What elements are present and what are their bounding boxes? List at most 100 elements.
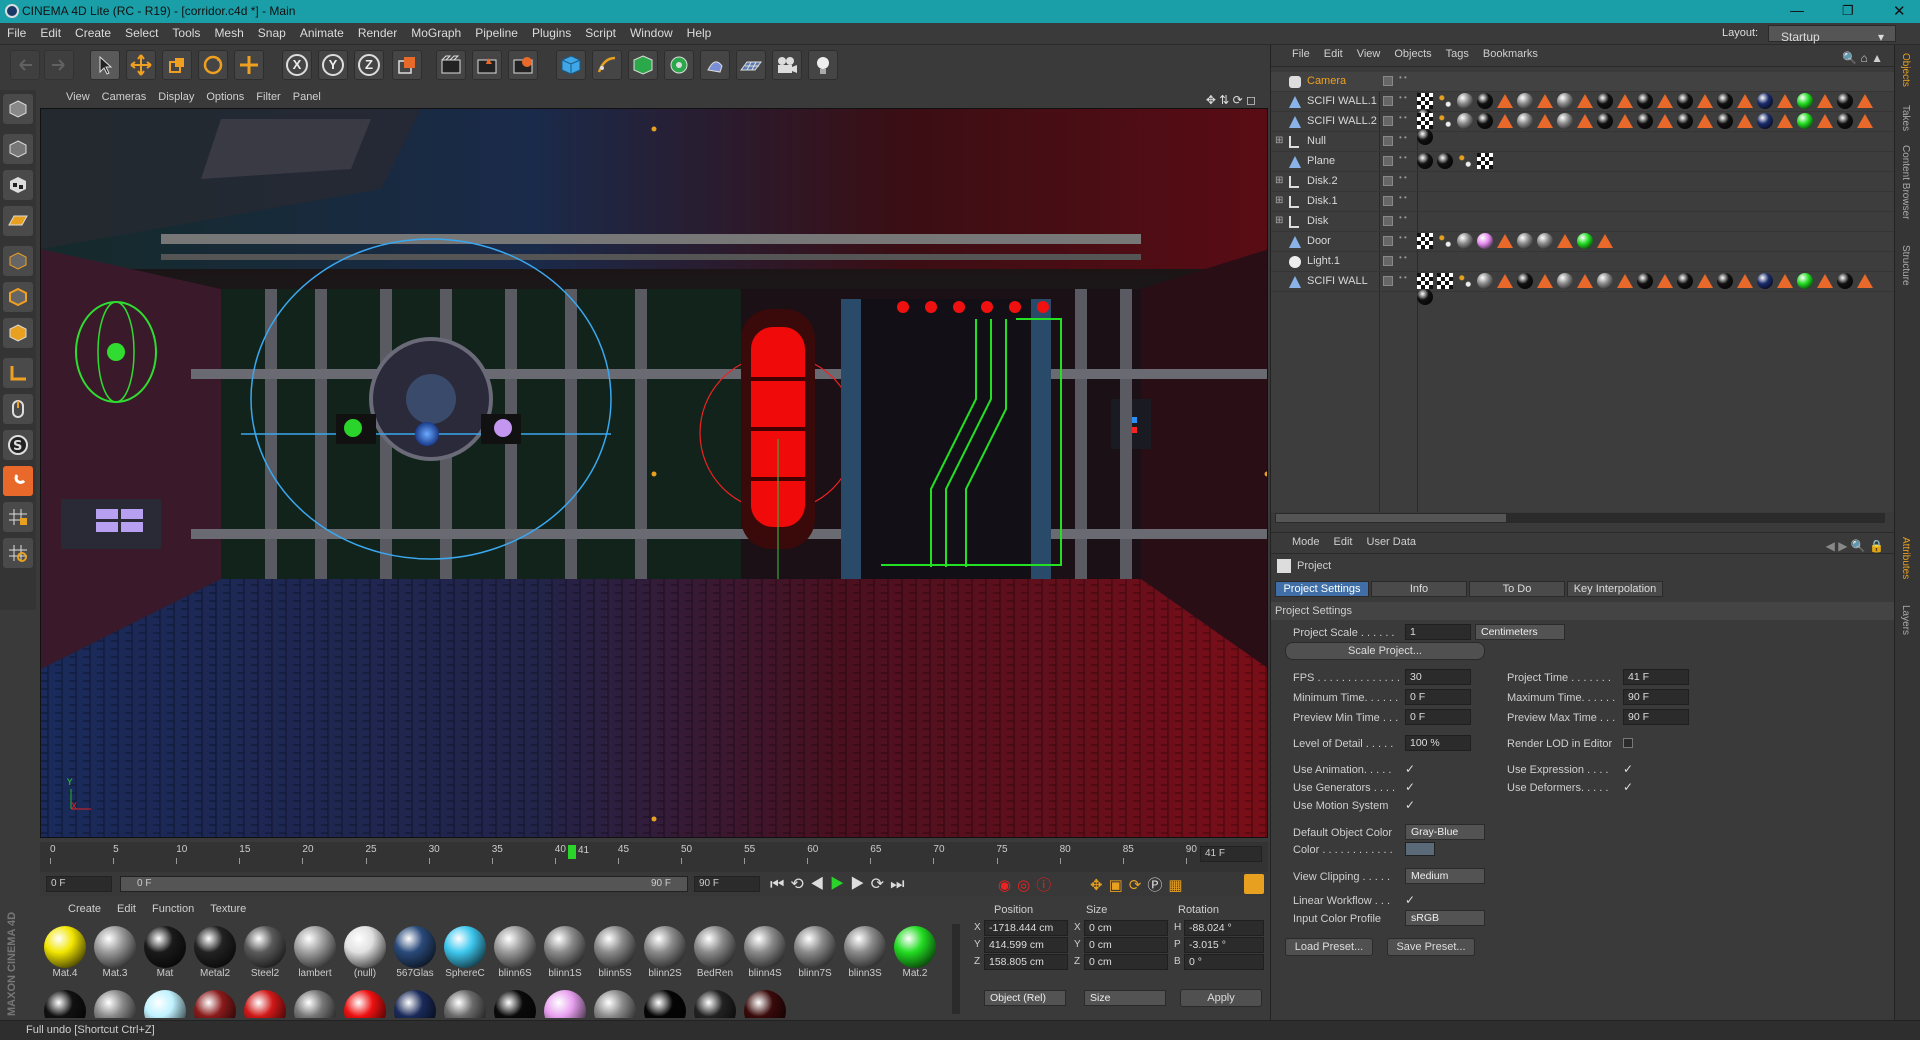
visibility-dots[interactable]: • • [1399,274,1407,282]
phong-tag-icon[interactable] [1497,114,1513,128]
default-color-select[interactable]: Gray-Blue [1405,824,1485,840]
maximize-icon[interactable]: ❐ [1842,3,1862,19]
go-to-end-icon[interactable]: ⏭ [890,876,910,893]
objects-menu-file[interactable]: File [1285,45,1317,63]
viewport-menu-display[interactable]: Display [152,88,200,106]
viewport-menu-filter[interactable]: Filter [250,88,286,106]
render-settings-icon[interactable] [508,50,538,80]
texture-tag-icon[interactable] [1637,113,1653,129]
texture-tag-icon[interactable] [1717,113,1733,129]
phong-tag-icon[interactable] [1777,94,1793,108]
texture-tag-icon[interactable] [1637,273,1653,289]
material-swatch[interactable] [641,988,689,1018]
material-swatch[interactable] [441,988,489,1018]
x-axis-icon[interactable]: X [282,50,312,80]
load-preset-button[interactable]: Load Preset... [1285,938,1373,956]
phong-tag-icon[interactable] [1537,274,1553,288]
menu-create[interactable]: Create [68,23,118,43]
undo-icon[interactable] [10,50,40,80]
phong-tag-icon[interactable] [1737,94,1753,108]
texture-tag-icon[interactable] [1417,153,1433,169]
texture-tag-icon[interactable] [1417,289,1433,305]
phong-tag-icon[interactable] [1537,114,1553,128]
render-lod-checkbox[interactable] [1623,738,1633,748]
tab-to-do[interactable]: To Do [1469,581,1565,597]
visibility-toggle[interactable] [1383,256,1393,266]
use-deformers-checkbox[interactable]: ✓ [1623,780,1633,794]
visibility-dots[interactable]: • • [1399,74,1407,82]
texture-tag-icon[interactable] [1797,273,1813,289]
phong-tag-icon[interactable] [1857,94,1873,108]
phong-tag-icon[interactable] [1497,274,1513,288]
key-position-icon[interactable]: ✥ [1090,877,1109,894]
tab-key-interpolation[interactable]: Key Interpolation [1567,581,1663,597]
step-forward-icon[interactable]: ▶ [850,876,870,893]
menu-window[interactable]: Window [623,23,680,43]
texture-tag-icon[interactable] [1577,233,1593,249]
scale-project-button[interactable]: Scale Project... [1285,642,1485,660]
current-frame-field[interactable]: 41 F [1200,846,1262,862]
phong-tag-icon[interactable] [1657,114,1673,128]
key-param-icon[interactable]: Ⓟ [1147,877,1168,894]
selection-tag-icon[interactable] [1437,113,1453,129]
array-icon[interactable] [664,50,694,80]
phong-tag-icon[interactable] [1577,274,1593,288]
key-rotation-icon[interactable]: ⟳ [1129,877,1148,894]
visibility-dots[interactable]: • • [1399,234,1407,242]
phong-tag-icon[interactable] [1697,114,1713,128]
max-time-field[interactable]: 90 F [1623,689,1689,705]
visibility-toggle[interactable] [1383,136,1393,146]
texture-tag-icon[interactable] [1677,113,1693,129]
texture-tag-icon[interactable] [1517,113,1533,129]
side-tab-structure[interactable]: Structure [1900,245,1911,286]
pen-icon[interactable] [592,50,622,80]
material-swatch[interactable]: blinn3S [841,924,889,979]
texture-tag-icon[interactable] [1457,113,1473,129]
phong-tag-icon[interactable] [1497,94,1513,108]
lod-field[interactable]: 100 % [1405,735,1471,751]
object-hscrollbar[interactable] [1275,513,1885,523]
snap-icon[interactable]: S [3,430,33,460]
texture-tag-icon[interactable] [1677,93,1693,109]
selection-tag-icon[interactable] [1457,153,1473,169]
y-axis-icon[interactable]: Y [318,50,348,80]
visibility-dots[interactable]: • • [1399,114,1407,122]
position-field[interactable]: 414.599 cm [984,937,1068,953]
material-swatch[interactable] [541,988,589,1018]
material-swatch[interactable] [191,988,239,1018]
view-clipping-select[interactable]: Medium [1405,868,1485,884]
texture-tag-icon[interactable] [1717,93,1733,109]
play-icon[interactable]: ▶ [830,876,850,893]
texture-tag-icon[interactable] [1757,93,1773,109]
phong-tag-icon[interactable] [1577,94,1593,108]
material-swatch[interactable]: blinn6S [491,924,539,979]
range-slider[interactable]: 0 F 90 F [120,876,688,892]
tweak-mode-icon[interactable] [3,394,33,424]
position-field[interactable]: -1718.444 cm [984,920,1068,936]
attr-menu-mode[interactable]: Mode [1285,533,1327,551]
material-swatch[interactable]: (null) [341,924,389,979]
object-row[interactable]: Door • • [1271,232,1895,252]
tab-info[interactable]: Info [1371,581,1467,597]
input-profile-select[interactable]: sRGB [1405,910,1485,926]
phong-tag-icon[interactable] [1777,114,1793,128]
material-swatch[interactable] [491,988,539,1018]
project-scale-field[interactable]: 1 [1405,624,1471,640]
use-animation-checkbox[interactable]: ✓ [1405,762,1415,776]
menu-edit[interactable]: Edit [33,23,68,43]
minimize-icon[interactable]: — [1790,2,1810,18]
keyframe-selection-icon[interactable]: ⓘ [1036,877,1057,894]
deformer-icon[interactable] [700,50,730,80]
material-swatch[interactable] [691,988,739,1018]
menu-select[interactable]: Select [118,23,165,43]
objects-menu-tags[interactable]: Tags [1439,45,1476,63]
material-swatch[interactable] [591,988,639,1018]
phong-tag-icon[interactable] [1657,274,1673,288]
model-mode-icon[interactable] [3,134,33,164]
go-to-start-icon[interactable]: ⏮ [770,876,790,893]
make-editable-icon[interactable] [3,94,33,124]
attr-menu-user-data[interactable]: User Data [1360,533,1424,551]
material-swatch[interactable] [141,988,189,1018]
material-swatch[interactable]: Mat.2 [891,924,939,979]
viewport-menu-panel[interactable]: Panel [287,88,327,106]
